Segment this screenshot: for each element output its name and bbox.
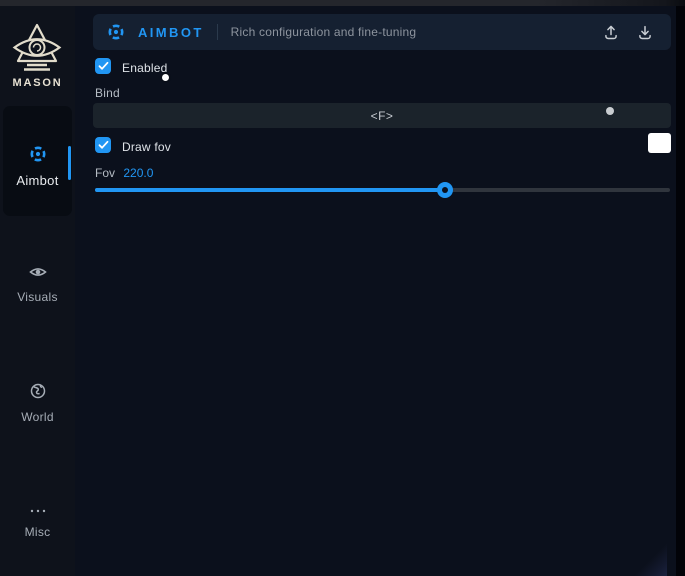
- enabled-label: Enabled: [122, 61, 167, 75]
- sidebar-item-misc[interactable]: Misc: [0, 501, 75, 539]
- bind-label: Bind: [95, 86, 120, 100]
- app-window: MASON Aimbot Visuals: [0, 0, 685, 576]
- upload-icon[interactable]: [599, 20, 623, 44]
- fov-value: 220.0: [123, 166, 153, 180]
- eye-icon: [29, 265, 47, 284]
- draw-fov-label: Draw fov: [122, 140, 171, 154]
- fov-slider-fill: [95, 188, 445, 192]
- check-icon: [98, 140, 109, 150]
- sidebar-item-visuals[interactable]: Visuals: [0, 265, 75, 304]
- mason-logo-icon: [12, 22, 62, 74]
- fov-slider-thumb[interactable]: [437, 182, 453, 198]
- globe-icon: [30, 383, 46, 404]
- fov-slider[interactable]: [95, 188, 670, 192]
- enabled-checkbox[interactable]: [95, 58, 111, 74]
- header-separator: [217, 24, 218, 40]
- sidebar-item-label: Aimbot: [0, 173, 75, 188]
- fov-value-row: Fov 220.0: [95, 166, 153, 180]
- window-right-edge: [676, 6, 685, 576]
- sidebar-item-aimbot[interactable]: Aimbot: [0, 145, 75, 188]
- main-panel: AIMBOT Rich configuration and fine-tunin…: [75, 6, 676, 576]
- crosshair-icon: [107, 23, 125, 41]
- sidebar: MASON Aimbot Visuals: [0, 6, 75, 576]
- section-header: AIMBOT Rich configuration and fine-tunin…: [93, 14, 671, 50]
- section-title: AIMBOT: [138, 25, 204, 40]
- crosshair-icon: [29, 145, 47, 168]
- draw-fov-checkbox[interactable]: [95, 137, 111, 153]
- corner-shade: [627, 542, 667, 576]
- check-icon: [98, 61, 109, 71]
- bind-indicator-dot: [606, 107, 614, 115]
- ellipsis-icon: [29, 501, 47, 519]
- mouse-cursor-dot: [162, 74, 169, 81]
- section-subtitle: Rich configuration and fine-tuning: [231, 25, 417, 39]
- fov-color-swatch[interactable]: [648, 133, 671, 153]
- download-icon[interactable]: [633, 20, 657, 44]
- sidebar-item-world[interactable]: World: [0, 383, 75, 424]
- bind-value: <F>: [371, 109, 394, 123]
- fov-label: Fov: [95, 166, 115, 180]
- bind-input[interactable]: <F>: [93, 103, 671, 128]
- sidebar-item-label: Visuals: [0, 290, 75, 304]
- sidebar-item-label: Misc: [0, 525, 75, 539]
- sidebar-item-label: World: [0, 410, 75, 424]
- brand-name: MASON: [0, 77, 75, 89]
